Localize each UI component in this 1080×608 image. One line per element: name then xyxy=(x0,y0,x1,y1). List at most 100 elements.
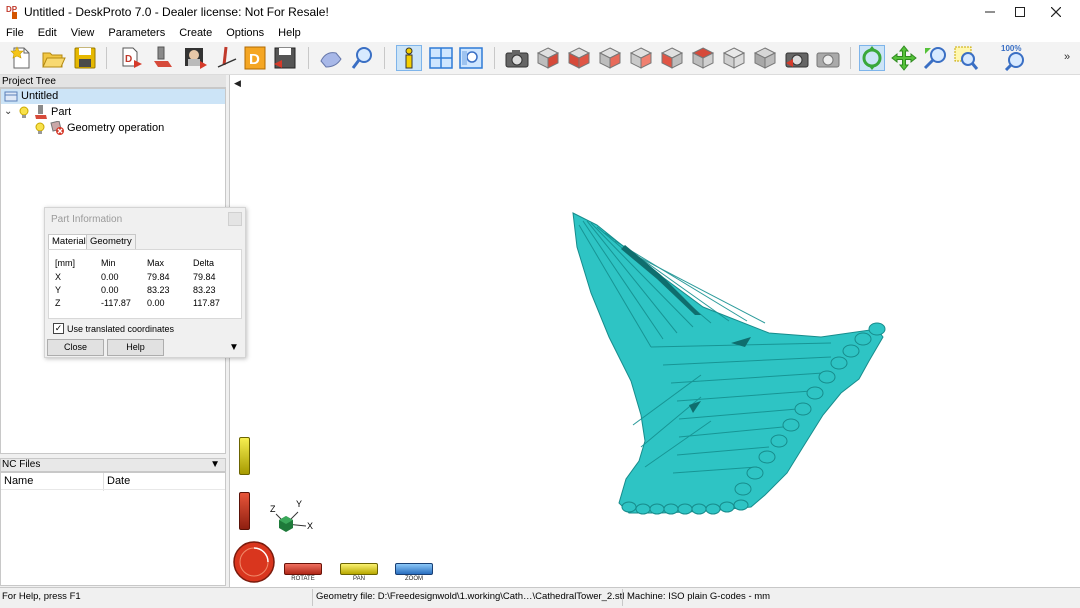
table-cell: 0.00 xyxy=(101,272,119,282)
toolbar-separator xyxy=(494,47,495,69)
table-header: Max xyxy=(147,258,165,268)
column-header-underline xyxy=(1,489,225,490)
toolbar-overflow-icon[interactable]: » xyxy=(1064,51,1070,63)
menu-edit[interactable]: Edit xyxy=(31,24,64,42)
table-cell: 83.23 xyxy=(193,285,216,295)
view-back-cube-icon[interactable] xyxy=(628,45,654,71)
table-cell: 79.84 xyxy=(147,272,170,282)
dropdown-arrow-icon[interactable]: ▼ xyxy=(229,342,239,353)
new-project-icon[interactable] xyxy=(8,45,34,71)
pan-mode-label: PAN xyxy=(353,576,365,582)
3d-view-icon[interactable] xyxy=(318,45,344,71)
nc-files-title: NC Files xyxy=(2,459,41,470)
close-window-button[interactable] xyxy=(1038,0,1074,24)
dropdown-arrow-icon[interactable]: ▼ xyxy=(210,459,220,471)
table-cell: 83.23 xyxy=(147,285,170,295)
view-front-cube-icon[interactable] xyxy=(566,45,592,71)
view-gray-cube-icon[interactable] xyxy=(752,45,778,71)
tree-item-untitled[interactable]: Untitled xyxy=(1,89,225,104)
project-icon xyxy=(4,91,18,102)
view-top-cube-icon[interactable] xyxy=(690,45,716,71)
rotate-tool-icon xyxy=(862,46,882,70)
axes-indicator: Z Y X xyxy=(270,499,313,532)
lightbulb-icon[interactable] xyxy=(35,122,45,135)
camera-gray-icon[interactable] xyxy=(815,45,841,71)
use-translated-coordinates-checkbox[interactable]: ✓ xyxy=(53,323,64,334)
toolbar: D D 100% » xyxy=(0,42,1080,75)
toolbar-separator xyxy=(106,47,107,69)
save-geometry-icon[interactable] xyxy=(272,45,298,71)
menu-create[interactable]: Create xyxy=(172,24,219,42)
view-right-cube-icon[interactable] xyxy=(597,45,623,71)
pan-speed-bar[interactable] xyxy=(239,437,250,475)
status-divider xyxy=(312,589,313,606)
pan-tool-icon[interactable] xyxy=(891,45,917,71)
minimize-icon xyxy=(985,11,995,13)
checkbox-label: Use translated coordinates xyxy=(67,324,175,334)
rotate-mode-button[interactable] xyxy=(284,563,322,575)
zoom-100-icon[interactable] xyxy=(1002,45,1028,71)
table-cell: 0.00 xyxy=(101,285,119,295)
table-header: Delta xyxy=(193,258,215,268)
vector-icon[interactable] xyxy=(214,45,240,71)
view-iso-cube-icon[interactable] xyxy=(535,45,561,71)
menu-options[interactable]: Options xyxy=(219,24,271,42)
zoom-mode-label: ZOOM xyxy=(405,576,423,582)
rotate-speed-bar[interactable] xyxy=(239,492,250,530)
open-project-icon[interactable] xyxy=(40,45,66,71)
save-project-icon[interactable] xyxy=(72,45,98,71)
part-dimensions-table: [mm] Min Max Delta X 0.00 79.84 79.84 Y … xyxy=(48,249,242,319)
image-icon[interactable] xyxy=(182,45,208,71)
pan-mode-button[interactable] xyxy=(340,563,378,575)
layout-icon[interactable] xyxy=(428,45,454,71)
tree-item-label: Untitled xyxy=(21,90,59,102)
tab-geometry[interactable]: Geometry xyxy=(86,234,136,250)
expand-chevron-icon[interactable]: ⌄ xyxy=(4,104,12,119)
close-button[interactable]: Close xyxy=(47,339,104,356)
view-bottom-cube-icon[interactable] xyxy=(721,45,747,71)
rotate-tool-button[interactable] xyxy=(859,45,885,71)
menu-help[interactable]: Help xyxy=(271,24,308,42)
maximize-icon xyxy=(1015,7,1025,17)
help-button[interactable]: Help xyxy=(107,339,164,356)
drawing-icon[interactable]: D xyxy=(242,45,268,71)
view-left-cube-icon[interactable] xyxy=(659,45,685,71)
search-icon[interactable] xyxy=(350,45,376,71)
status-divider xyxy=(622,589,623,606)
lightbulb-icon[interactable] xyxy=(19,106,29,119)
3d-viewport[interactable] xyxy=(231,75,1080,587)
part-parameters-icon[interactable] xyxy=(150,45,176,71)
geometry-operation-icon xyxy=(50,121,64,135)
dialog-close-button[interactable] xyxy=(228,212,242,226)
title-bar: DP Untitled - DeskProto 7.0 - Dealer lic… xyxy=(0,0,1080,24)
rotate-dial-icon[interactable] xyxy=(232,540,276,584)
cathedral-tower-model[interactable] xyxy=(231,75,1080,587)
table-cell: 79.84 xyxy=(193,272,216,282)
table-header: [mm] xyxy=(55,258,75,268)
part-information-dialog: Part Information Material Geometry [mm] … xyxy=(44,207,246,358)
menu-file[interactable]: File xyxy=(0,24,31,42)
status-geometry-file: Geometry file: D:\Freedesignwold\1.worki… xyxy=(316,591,625,602)
axis-x-label: X xyxy=(307,521,313,531)
camera-icon[interactable] xyxy=(504,45,530,71)
info-button[interactable] xyxy=(396,45,422,71)
tab-material[interactable]: Material xyxy=(48,234,90,250)
preview-icon[interactable] xyxy=(458,45,484,71)
nc-column-name[interactable]: Name xyxy=(4,475,33,487)
tree-item-label: Geometry operation xyxy=(67,122,165,134)
dialog-title: Part Information xyxy=(51,214,123,225)
menu-view[interactable]: View xyxy=(64,24,102,42)
collapse-panel-icon[interactable]: ◀ xyxy=(234,78,241,89)
table-cell: X xyxy=(55,272,62,282)
import-geometry-icon[interactable]: D xyxy=(118,45,144,71)
table-header: Min xyxy=(101,258,116,268)
zoom-tool-icon[interactable] xyxy=(922,45,948,71)
menu-parameters[interactable]: Parameters xyxy=(101,24,172,42)
axis-z-label: Z xyxy=(270,504,276,514)
camera-back-icon[interactable] xyxy=(784,45,810,71)
zoom-window-icon[interactable] xyxy=(953,45,979,71)
nc-column-date[interactable]: Date xyxy=(107,475,130,487)
maximize-button[interactable] xyxy=(1002,0,1038,24)
toolbar-separator xyxy=(308,47,309,69)
zoom-mode-button[interactable] xyxy=(395,563,433,575)
